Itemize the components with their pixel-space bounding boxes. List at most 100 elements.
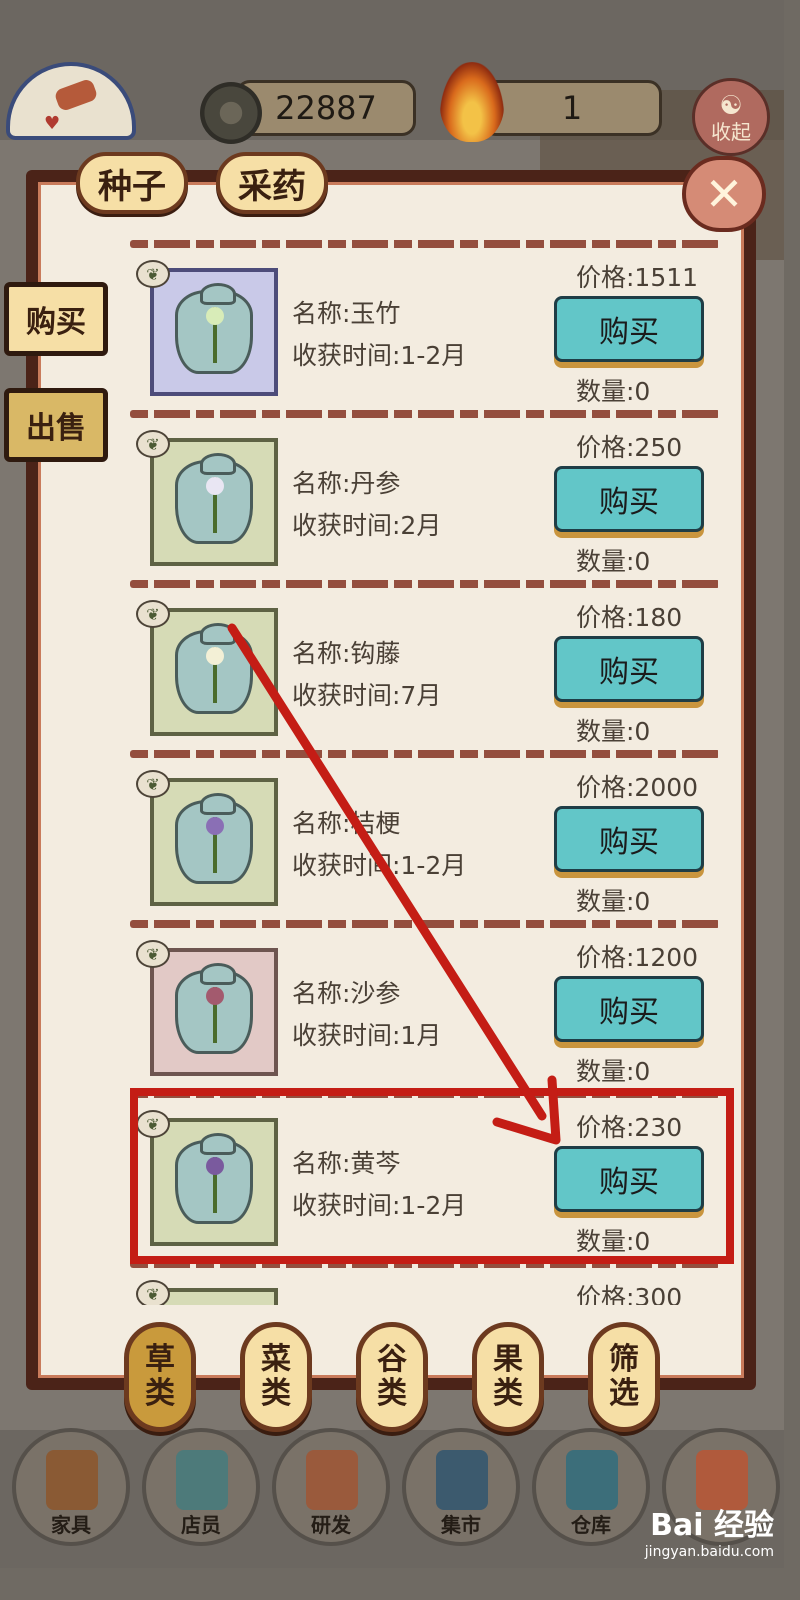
item-price: 价格:1200	[576, 943, 699, 972]
watermark-logo: Bai 经验	[650, 1508, 774, 1543]
item-thumbnail[interactable]	[150, 608, 278, 736]
category-label: 类	[377, 1376, 407, 1411]
category-fruits[interactable]: 果 类	[472, 1322, 544, 1432]
market-icon	[436, 1450, 488, 1510]
sprout-icon: ❦	[136, 770, 170, 798]
clerk-icon	[176, 1450, 228, 1510]
item-name: 名称:桔梗	[292, 809, 401, 838]
item-price: 价格:180	[576, 603, 683, 632]
item-thumbnail[interactable]	[150, 438, 278, 566]
category-label: 选	[609, 1376, 639, 1411]
fire-amount: 1	[561, 89, 583, 127]
item-quantity: 数量:0	[576, 1057, 651, 1086]
item-name: 名称:沙参	[292, 979, 401, 1008]
coin-icon	[200, 82, 262, 144]
item-price: 价格:250	[576, 433, 683, 462]
coin-amount: 22887	[275, 89, 377, 127]
seed-bag-icon	[175, 793, 253, 884]
tab-herbs[interactable]: 采药	[216, 152, 328, 214]
seed-bag-icon	[175, 453, 253, 544]
category-grains[interactable]: 谷 类	[356, 1322, 428, 1432]
research-icon	[306, 1450, 358, 1510]
tab-seeds-label: 种子	[98, 166, 166, 207]
buy-button[interactable]: 购买	[554, 296, 704, 362]
nav-label: 集市	[441, 1513, 481, 1537]
item-quantity: 数量:0	[576, 377, 651, 406]
item-harvest-time: 收获时间:1-2月	[292, 851, 467, 880]
nav-label: 家具	[51, 1513, 91, 1537]
item-thumbnail[interactable]	[150, 268, 278, 396]
side-tab-sell[interactable]: 出售	[4, 388, 108, 462]
seed-bag-icon	[175, 283, 253, 374]
category-label: 果	[493, 1342, 523, 1377]
divider	[130, 580, 720, 588]
buy-button-label: 购买	[599, 995, 659, 1030]
item-price: 价格:300	[576, 1283, 683, 1305]
buy-button-label: 购买	[599, 315, 659, 350]
list-item: ❦ 名称:沙参 收获时间:1月 价格:1200 购买 数量:0	[130, 920, 730, 1090]
coin-counter: 22887	[236, 80, 416, 136]
nav-research[interactable]: 研发	[272, 1428, 390, 1546]
seed-bag-icon	[175, 963, 253, 1054]
category-label: 筛	[609, 1342, 639, 1377]
list-item: ❦ 名称:丹参 收获时间:2月 价格:250 购买 数量:0	[130, 410, 730, 580]
buy-button[interactable]: 购买	[554, 636, 704, 702]
sprout-icon: ❦	[136, 600, 170, 628]
fire-counter: 1	[482, 80, 662, 136]
heart-icon: ♥	[44, 113, 61, 134]
side-tab-sell-label: 出售	[26, 411, 86, 446]
seed-bag-icon	[175, 623, 253, 714]
item-harvest-time: 收获时间:1-2月	[292, 341, 467, 370]
collapse-label: 收起	[711, 120, 751, 144]
nav-label: 店员	[181, 1513, 221, 1537]
sprout-icon: ❦	[136, 1280, 170, 1305]
yin-yang-icon: ☯	[719, 91, 743, 121]
side-tab-buy[interactable]: 购买	[4, 282, 108, 356]
sprout-icon: ❦	[136, 940, 170, 968]
nav-market[interactable]: 集市	[402, 1428, 520, 1546]
list-item: ❦ 名称:钩藤 收获时间:7月 价格:180 购买 数量:0	[130, 580, 730, 750]
buy-button[interactable]: 购买	[554, 806, 704, 872]
tab-herbs-label: 采药	[238, 166, 306, 207]
fire-icon	[440, 62, 504, 142]
sprout-icon: ❦	[136, 430, 170, 458]
divider	[130, 750, 720, 758]
category-herbs[interactable]: 草 类	[124, 1322, 196, 1432]
item-name: 名称:丹参	[292, 469, 401, 498]
item-harvest-time: 收获时间:7月	[292, 681, 442, 710]
item-harvest-time: 收获时间:1月	[292, 1021, 442, 1050]
annotation-highlight-box	[130, 1088, 734, 1264]
buy-button-label: 购买	[599, 825, 659, 860]
close-icon: ✕	[704, 167, 744, 221]
buy-button-label: 购买	[599, 485, 659, 520]
buy-button[interactable]: 购买	[554, 976, 704, 1042]
item-harvest-time: 收获时间:2月	[292, 511, 442, 540]
buy-button[interactable]: 购买	[554, 466, 704, 532]
item-thumbnail[interactable]	[150, 778, 278, 906]
item-thumbnail[interactable]	[150, 948, 278, 1076]
close-button[interactable]: ✕	[682, 156, 766, 232]
item-name: 名称:钩藤	[292, 639, 401, 668]
watermark: Bai 经验 jingyan.baidu.com	[580, 1500, 784, 1566]
list-item-partial: ❦ 价格:300	[130, 1260, 730, 1305]
side-tab-buy-label: 购买	[26, 305, 86, 340]
category-filter[interactable]: 筛 选	[588, 1322, 660, 1432]
nav-furniture[interactable]: 家具	[12, 1428, 130, 1546]
item-quantity: 数量:0	[576, 547, 651, 576]
nav-label: 研发	[311, 1513, 351, 1537]
list-item: ❦ 名称:玉竹 收获时间:1-2月 价格:1511 购买 数量:0	[130, 240, 730, 410]
category-label: 菜	[261, 1342, 291, 1377]
divider	[130, 240, 720, 248]
list-item: ❦ 名称:桔梗 收获时间:1-2月 价格:2000 购买 数量:0	[130, 750, 730, 920]
sprout-icon: ❦	[136, 260, 170, 288]
watermark-url: jingyan.baidu.com	[644, 1544, 774, 1560]
tab-seeds[interactable]: 种子	[76, 152, 188, 214]
collapse-button[interactable]: ☯ 收起	[692, 78, 770, 156]
category-vegetables[interactable]: 菜 类	[240, 1322, 312, 1432]
item-price: 价格:2000	[576, 773, 699, 802]
category-label: 类	[145, 1376, 175, 1411]
chair-icon	[46, 1450, 98, 1510]
buy-button-label: 购买	[599, 655, 659, 690]
item-price: 价格:1511	[576, 263, 699, 292]
nav-clerk[interactable]: 店员	[142, 1428, 260, 1546]
